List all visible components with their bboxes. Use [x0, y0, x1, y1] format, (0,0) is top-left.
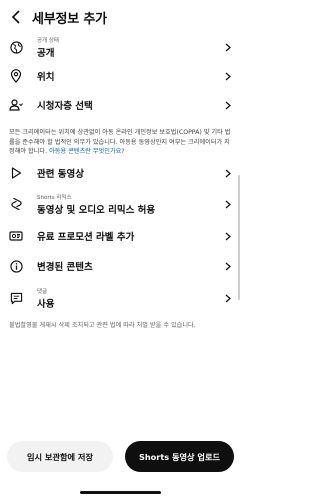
paid-promotion-icon — [9, 229, 23, 243]
visibility-value: 공개 — [37, 47, 55, 59]
visibility-sublabel: 공개 상태 — [37, 37, 59, 44]
visibility-row[interactable]: 공개 상태 공개 — [0, 34, 241, 60]
related-video-row[interactable]: 관련 동영상 — [0, 160, 241, 186]
remix-row[interactable]: Shorts 리믹스 동영상 및 오디오 리믹스 허용 — [0, 189, 241, 219]
chevron-right-icon — [223, 100, 233, 110]
chevron-right-icon — [223, 71, 233, 81]
play-icon — [9, 166, 23, 180]
arrow-back-icon — [11, 10, 20, 24]
chevron-right-icon — [223, 42, 233, 52]
shorts-remix-icon — [9, 197, 23, 211]
audience-label: 시청자층 선택 — [37, 101, 93, 112]
coppa-notice: 모든 크리에이터는 위치에 상관없이 아동 온라인 개인정보 보호법(COPPA… — [9, 128, 231, 157]
audience-icon — [9, 98, 23, 112]
top-bar: 세부정보 추가 — [0, 0, 241, 34]
related-video-label: 관련 동영상 — [37, 169, 85, 180]
illegal-content-notice: 불법촬영물 게재시 삭제 조치되고 관련 법에 따라 처벌 받을 수 있습니다. — [9, 322, 196, 329]
upload-shorts-button[interactable]: Shorts 동영상 업로드 — [125, 441, 234, 472]
comments-sublabel: 댓글 — [37, 288, 48, 295]
visibility-text: 공개 상태 공개 — [37, 36, 59, 59]
comments-value: 사용 — [37, 298, 55, 310]
remix-sublabel: Shorts 리믹스 — [37, 194, 72, 201]
remix-value: 동영상 및 오디오 리믹스 허용 — [37, 204, 156, 216]
comments-row[interactable]: 댓글 사용 — [0, 283, 241, 313]
kids-content-link[interactable]: 아동용 콘텐츠란 무엇인가요? — [49, 148, 125, 155]
chevron-right-icon — [223, 231, 233, 241]
save-draft-button[interactable]: 임시 보관함에 저장 — [7, 441, 113, 472]
location-row[interactable]: 위치 — [0, 63, 241, 89]
chevron-right-icon — [223, 261, 233, 271]
page-title: 세부정보 추가 — [32, 11, 107, 27]
info-icon — [9, 259, 23, 273]
location-label: 위치 — [37, 72, 55, 83]
remix-text: Shorts 리믹스 동영상 및 오디오 리믹스 허용 — [37, 193, 155, 216]
paid-promotion-label: 유료 프로모션 라벨 추가 — [37, 232, 135, 243]
scrollbar[interactable] — [238, 175, 240, 300]
chevron-right-icon — [223, 199, 233, 209]
home-indicator — [80, 491, 161, 494]
chevron-right-icon — [223, 293, 233, 303]
altered-content-label: 변경된 콘텐츠 — [37, 262, 93, 273]
paid-promotion-row[interactable]: 유료 프로모션 라벨 추가 — [0, 223, 241, 249]
chevron-right-icon — [223, 168, 233, 178]
back-button[interactable] — [4, 5, 28, 29]
comments-text: 댓글 사용 — [37, 287, 54, 310]
altered-content-row[interactable]: 변경된 콘텐츠 — [0, 253, 241, 279]
location-pin-icon — [9, 69, 23, 83]
comment-icon — [9, 291, 23, 305]
globe-icon — [9, 40, 23, 54]
audience-row[interactable]: 시청자층 선택 — [0, 92, 241, 118]
